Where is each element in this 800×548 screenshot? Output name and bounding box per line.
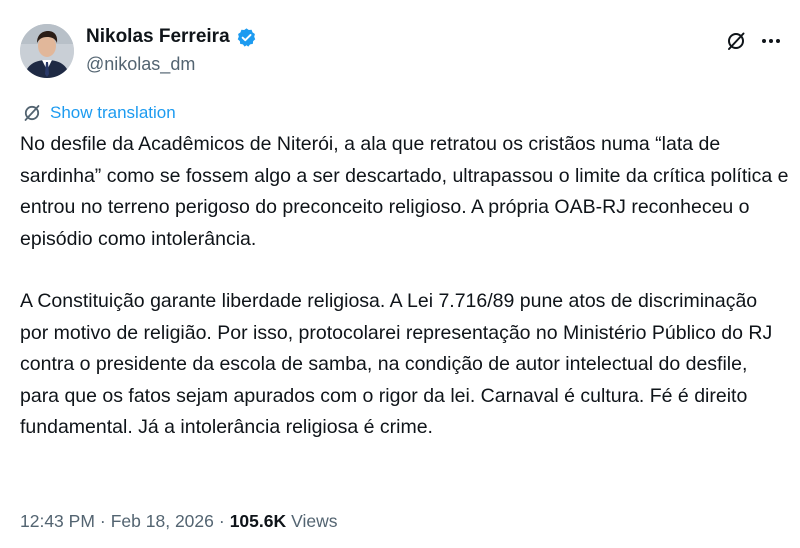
tweet-date[interactable]: Feb 18, 2026 <box>111 511 214 532</box>
more-horizontal-icon[interactable] <box>760 30 782 52</box>
tweet-text: No desfile da Acadêmicos de Niterói, a a… <box>20 129 790 444</box>
author-display-name[interactable]: Nikolas Ferreira <box>86 26 230 48</box>
tweet-meta: 12:43 PM · Feb 18, 2026 · 105.6K Views <box>20 511 338 532</box>
author-name-row[interactable]: Nikolas Ferreira <box>86 26 257 48</box>
avatar[interactable] <box>20 24 74 78</box>
meta-separator: · <box>99 511 106 531</box>
avatar-image <box>20 24 74 78</box>
views-count: 105.6K <box>229 511 287 531</box>
show-translation-button[interactable]: Show translation <box>22 103 176 123</box>
author-handle[interactable]: @nikolas_dm <box>86 54 195 75</box>
tweet-time[interactable]: 12:43 PM <box>20 511 95 532</box>
meta-separator: · <box>218 511 225 531</box>
tweet-paragraph-2: A Constituição garante liberdade religio… <box>20 290 773 438</box>
tweet-paragraph-1: No desfile da Acadêmicos de Niterói, a a… <box>20 133 789 250</box>
translate-icon <box>22 103 42 123</box>
grok-icon[interactable] <box>725 30 747 52</box>
show-translation-label[interactable]: Show translation <box>50 103 176 123</box>
views-label: Views <box>291 511 338 531</box>
verified-badge-icon[interactable] <box>236 27 257 48</box>
